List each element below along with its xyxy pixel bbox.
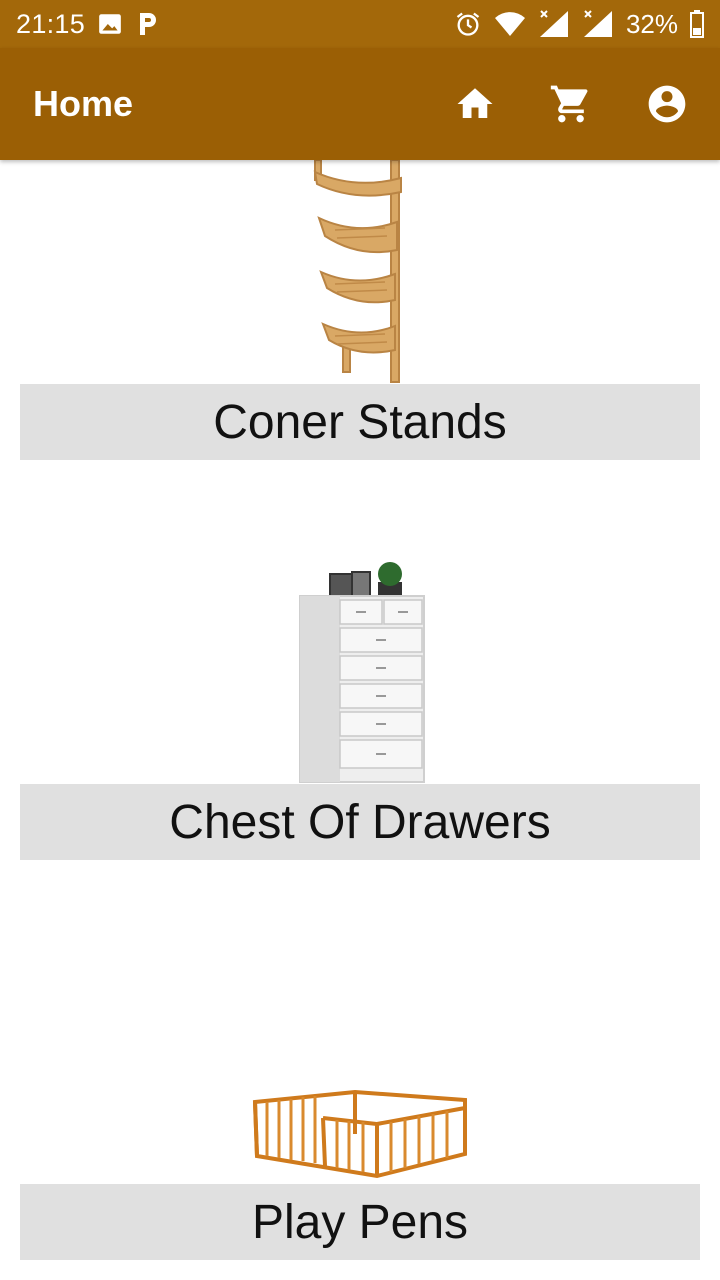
signal-icon [538, 9, 570, 39]
battery-percent: 32% [625, 8, 678, 39]
home-icon [457, 88, 493, 118]
home-button[interactable] [446, 75, 504, 133]
signal-icon [582, 9, 614, 39]
battery-icon [690, 10, 704, 38]
p-icon [135, 11, 159, 37]
status-right: 32% [454, 9, 704, 40]
account-icon [648, 85, 686, 123]
wifi-icon [494, 11, 526, 37]
status-bar: 21:15 32% [0, 0, 720, 48]
cart-button[interactable] [542, 75, 600, 133]
corner-stand-image[interactable] [20, 160, 700, 384]
product-label[interactable]: Chest Of Drawers [20, 784, 700, 860]
product-label[interactable]: Play Pens [20, 1184, 700, 1260]
status-time: 21:15 [16, 8, 86, 39]
image-icon [97, 11, 123, 37]
page-title: Home [33, 83, 134, 124]
app-bar-actions [446, 75, 696, 133]
product-label[interactable]: Coner Stands [20, 384, 700, 460]
cart-icon [550, 85, 588, 123]
app-bar: Home [0, 48, 720, 160]
play-pen-image[interactable] [20, 980, 700, 1184]
product-list[interactable]: Coner Stands Chest Of Drawers Play Pens [0, 160, 720, 1280]
product-card[interactable]: Chest Of Drawers [20, 520, 700, 860]
product-card[interactable]: Coner Stands [20, 160, 700, 460]
account-button[interactable] [638, 75, 696, 133]
alarm-icon [454, 10, 482, 38]
product-card[interactable]: Play Pens [20, 920, 700, 1260]
chest-of-drawers-image[interactable] [20, 540, 700, 784]
status-left: 21:15 [16, 9, 159, 40]
